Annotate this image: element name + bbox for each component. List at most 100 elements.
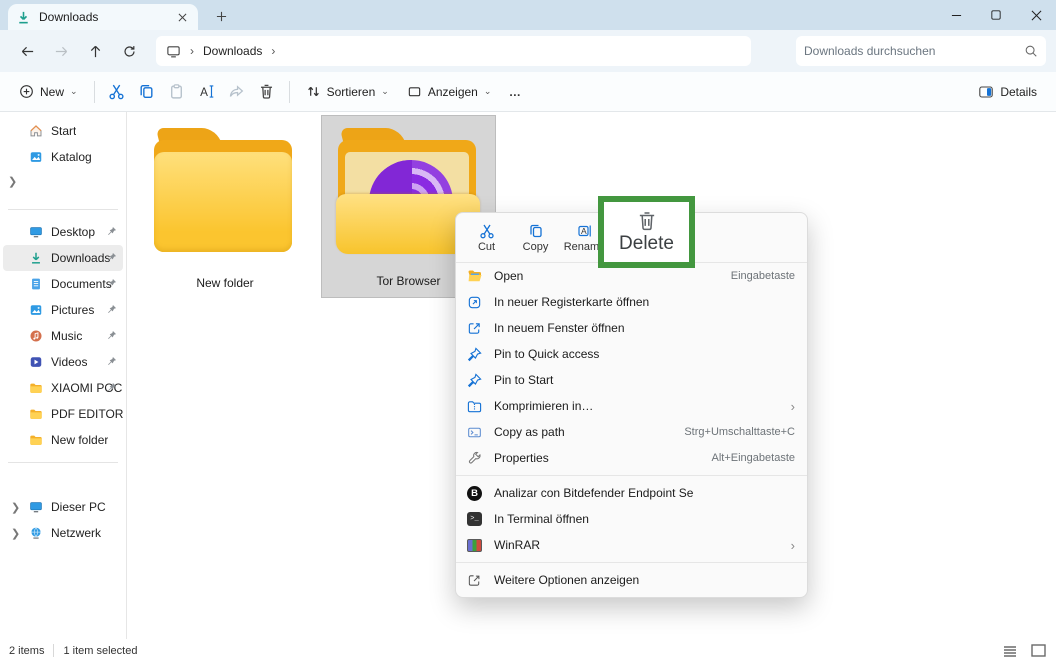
maximize-button[interactable] bbox=[976, 0, 1016, 30]
folder-icon bbox=[29, 407, 43, 421]
cut-quick-button[interactable]: Cut bbox=[462, 215, 511, 261]
minimize-button[interactable] bbox=[936, 0, 976, 30]
sidebar-item-downloads[interactable]: Downloads bbox=[3, 245, 123, 271]
show-more-icon bbox=[466, 572, 483, 589]
chevron-down-icon: ⌄ bbox=[70, 86, 78, 96]
open-new-window-icon bbox=[466, 320, 483, 337]
close-button[interactable] bbox=[1016, 0, 1056, 30]
window-controls bbox=[936, 0, 1056, 30]
search-icon bbox=[1024, 44, 1038, 58]
chevron-down-icon: ⌄ bbox=[483, 86, 492, 96]
sort-button[interactable]: Sortieren ⌄ bbox=[297, 77, 398, 107]
new-tab-button[interactable] bbox=[210, 6, 232, 26]
scissors-icon bbox=[479, 223, 495, 239]
rename-icon: A bbox=[577, 223, 593, 239]
sidebar-item-pdf-editor[interactable]: PDF EDITOR bbox=[3, 401, 123, 427]
menu-item-properties[interactable]: Properties Alt+Eingabetaste bbox=[456, 445, 807, 471]
list-view-icon[interactable] bbox=[1001, 643, 1019, 659]
menu-item-pin-start[interactable]: Pin to Start bbox=[456, 367, 807, 393]
bitdefender-icon: B bbox=[466, 485, 483, 502]
sidebar-item-music[interactable]: Music bbox=[3, 323, 123, 349]
delete-button[interactable] bbox=[252, 77, 282, 107]
delete-annotation-label: Delete bbox=[619, 232, 674, 254]
large-icons-view-icon[interactable] bbox=[1029, 643, 1047, 659]
sidebar-item-label: Pictures bbox=[51, 303, 95, 317]
sidebar-item-katalog[interactable]: Katalog bbox=[3, 144, 123, 170]
chevron-down-icon: ⌄ bbox=[381, 86, 389, 96]
pin-icon bbox=[466, 372, 483, 389]
menu-shortcut: Strg+Umschalttaste+C bbox=[684, 426, 795, 438]
chevron-right-icon: › bbox=[190, 44, 194, 58]
tab-title: Downloads bbox=[39, 10, 99, 24]
sidebar-item-label: Start bbox=[51, 124, 77, 138]
pin-icon bbox=[466, 346, 483, 363]
breadcrumb[interactable]: › Downloads › bbox=[156, 36, 751, 66]
view-icon bbox=[407, 84, 422, 99]
sidebar-item-pictures[interactable]: Pictures bbox=[3, 297, 123, 323]
quick-action-label: Copy bbox=[522, 240, 549, 253]
forward-button[interactable] bbox=[44, 36, 78, 66]
menu-item-open-terminal[interactable]: >_ In Terminal öffnen bbox=[456, 506, 807, 532]
menu-item-pin-quick-access[interactable]: Pin to Quick access bbox=[456, 341, 807, 367]
file-tile-new-folder[interactable]: New folder bbox=[145, 116, 305, 299]
document-icon bbox=[29, 277, 43, 291]
open-new-tab-icon bbox=[466, 294, 483, 311]
plus-circle-icon bbox=[19, 84, 34, 99]
copy-icon bbox=[528, 223, 544, 239]
copy-button[interactable] bbox=[132, 77, 162, 107]
chevron-right-icon: › bbox=[271, 44, 276, 58]
explorer-tab[interactable]: Downloads bbox=[8, 4, 198, 30]
sidebar-item-desktop[interactable]: Desktop bbox=[3, 219, 123, 245]
tab-close-icon[interactable] bbox=[174, 9, 190, 25]
new-button[interactable]: New ⌄ bbox=[10, 77, 87, 107]
menu-item-bitdefender-scan[interactable]: B Analizar con Bitdefender Endpoint Sе bbox=[456, 480, 807, 506]
video-icon bbox=[29, 355, 43, 369]
menu-item-winrar[interactable]: WinRAR › bbox=[456, 532, 807, 558]
sidebar-item-videos[interactable]: Videos bbox=[3, 349, 123, 375]
back-button[interactable] bbox=[10, 36, 44, 66]
menu-item-copy-as-path[interactable]: Copy as path Strg+Umschalttaste+C bbox=[456, 419, 807, 445]
menu-item-open-new-window[interactable]: In neuem Fenster öffnen bbox=[456, 315, 807, 341]
up-button[interactable] bbox=[78, 36, 112, 66]
open-folder-icon bbox=[466, 268, 483, 285]
sidebar-item-netzwerk[interactable]: ❯ Netzwerk bbox=[3, 520, 123, 546]
breadcrumb-item[interactable]: Downloads bbox=[203, 44, 262, 58]
sidebar-item-label: Desktop bbox=[51, 225, 96, 239]
terminal-icon: >_ bbox=[466, 511, 483, 528]
menu-item-compress[interactable]: Komprimieren in… › bbox=[456, 393, 807, 419]
chevron-right-icon[interactable]: ❯ bbox=[11, 501, 20, 514]
menu-item-show-more-options[interactable]: Weitere Optionen anzeigen bbox=[456, 567, 807, 593]
context-menu: Cut Copy A Rename Open Eingabetaste In n… bbox=[455, 212, 808, 598]
sidebar-item-xiaomi-poco[interactable]: XIAOMI POCO F bbox=[3, 375, 123, 401]
cut-button[interactable] bbox=[102, 77, 132, 107]
rename-button[interactable]: A bbox=[192, 77, 222, 107]
menu-item-open-new-tab[interactable]: In neuer Registerkarte öffnen bbox=[456, 289, 807, 315]
more-options-button[interactable]: … bbox=[500, 77, 530, 107]
refresh-button[interactable] bbox=[112, 36, 146, 66]
view-button[interactable]: Anzeigen ⌄ bbox=[398, 77, 501, 107]
sidebar-expander-row: ❯ bbox=[0, 170, 126, 200]
search-input[interactable] bbox=[804, 44, 1024, 58]
details-pane-label: Details bbox=[1000, 84, 1037, 99]
navigation-bar: › Downloads › bbox=[0, 30, 1056, 72]
sidebar-item-dieser-pc[interactable]: ❯ Dieser PC bbox=[3, 494, 123, 520]
submenu-chevron-icon: › bbox=[790, 398, 795, 414]
search-box[interactable] bbox=[796, 36, 1046, 66]
sidebar-item-label: Downloads bbox=[51, 251, 111, 265]
sidebar-item-start[interactable]: Start bbox=[3, 118, 123, 144]
copy-quick-button[interactable]: Copy bbox=[511, 215, 560, 261]
sidebar-item-label: Dieser PC bbox=[51, 500, 106, 514]
share-button[interactable] bbox=[222, 77, 252, 107]
svg-text:A: A bbox=[200, 86, 208, 99]
paste-button[interactable] bbox=[162, 77, 192, 107]
zip-folder-icon bbox=[466, 398, 483, 415]
sidebar-item-new-folder[interactable]: New folder bbox=[3, 427, 123, 453]
sidebar: Start Katalog ❯ Desktop Downloads Docume… bbox=[0, 112, 127, 639]
delete-highlight-annotation[interactable]: Delete bbox=[598, 196, 695, 268]
chevron-right-icon[interactable]: ❯ bbox=[11, 527, 20, 540]
details-pane-button[interactable]: Details bbox=[969, 77, 1046, 107]
picture-icon bbox=[29, 303, 43, 317]
sidebar-item-documents[interactable]: Documents bbox=[3, 271, 123, 297]
chevron-right-icon[interactable]: ❯ bbox=[8, 175, 17, 188]
